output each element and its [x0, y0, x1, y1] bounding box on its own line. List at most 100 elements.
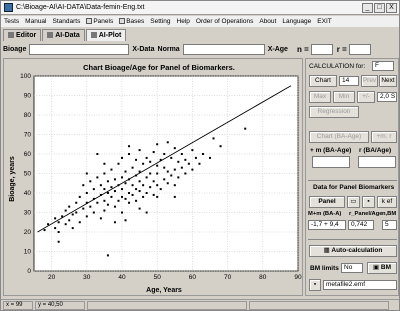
ba-age-m-field[interactable]: [312, 156, 350, 168]
chart-button[interactable]: Chart: [309, 75, 337, 87]
norma-field[interactable]: [182, 44, 265, 55]
data-point: [96, 176, 99, 179]
data-point: [71, 227, 74, 230]
menu-exit[interactable]: EXIT: [317, 18, 331, 25]
data-point: [138, 207, 141, 210]
n-field[interactable]: [310, 44, 333, 55]
data-point: [156, 195, 159, 198]
data-point: [138, 180, 141, 183]
menu-manual[interactable]: Manual: [25, 18, 46, 25]
data-point: [170, 156, 173, 159]
sd-field[interactable]: 2,0 S: [377, 92, 397, 102]
data-point: [110, 195, 113, 198]
plus-minus-button[interactable]: +/-: [357, 91, 375, 103]
data-point: [198, 162, 201, 165]
mpanel-value[interactable]: -1,7 + 9,4: [308, 220, 346, 230]
data-point: [156, 172, 159, 175]
panel-button[interactable]: Panel: [309, 196, 345, 208]
status-y: y = 40,50: [35, 300, 85, 310]
chart-ba-age-button[interactable]: Chart (BA-Age): [309, 131, 369, 143]
status-cell: [249, 300, 389, 310]
data-point: [89, 205, 92, 208]
data-point: [173, 147, 176, 150]
data-point: [78, 195, 81, 198]
save-icon[interactable]: ▪: [362, 196, 375, 208]
data-point: [71, 213, 74, 216]
data-point: [135, 199, 138, 202]
data-point: [68, 205, 71, 208]
maximize-button[interactable]: □: [374, 3, 385, 13]
data-point: [113, 221, 116, 224]
auto-calculation-button[interactable]: ▦ Auto-calculation: [309, 245, 397, 257]
data-point: [82, 207, 85, 210]
data-point: [152, 193, 155, 196]
data-point: [92, 188, 95, 191]
data-point: [106, 192, 109, 194]
menu-standarts[interactable]: Standarts: [53, 18, 81, 25]
nbm-value[interactable]: 5: [382, 220, 397, 230]
status-cell: [87, 300, 247, 310]
metafile-field[interactable]: metafile2.emf: [323, 280, 397, 290]
tab-ai-data[interactable]: AI-Data: [42, 29, 85, 41]
data-point: [121, 156, 123, 159]
bm-button[interactable]: ▣ BM: [367, 262, 397, 274]
menu-panels[interactable]: Panels: [86, 18, 113, 25]
next-button[interactable]: Next: [379, 75, 397, 87]
panels-icon: [86, 18, 93, 24]
data-point: [163, 178, 166, 181]
kef-button[interactable]: k ef: [377, 196, 397, 208]
menu-order-of-operations[interactable]: Order of Operations: [196, 18, 253, 25]
menu-language[interactable]: Language: [282, 18, 311, 25]
rpanel-value[interactable]: 0,742: [348, 220, 374, 230]
disk-icon[interactable]: ▪: [309, 279, 321, 291]
minimize-button[interactable]: _: [362, 3, 373, 13]
max-button[interactable]: Max: [309, 91, 331, 103]
data-icon: [47, 32, 54, 38]
data-point: [163, 153, 166, 155]
bm-limits-select[interactable]: No: [341, 263, 363, 273]
data-point: [85, 215, 88, 218]
menu-about[interactable]: About: [259, 18, 276, 25]
bioage-field[interactable]: [29, 44, 130, 55]
ba-age-r-field[interactable]: [358, 156, 396, 168]
data-point: [212, 137, 215, 140]
tab-ai-plot[interactable]: AI-Plot: [85, 29, 127, 41]
menu-bases[interactable]: Bases: [119, 18, 144, 25]
min-button[interactable]: Min: [333, 91, 355, 103]
norma-label: Norma: [157, 46, 180, 53]
data-point: [142, 162, 145, 165]
plus-m-r-button[interactable]: +m. r: [371, 131, 397, 143]
data-point: [117, 184, 120, 187]
bases-icon: [119, 18, 126, 24]
data-point: [106, 180, 109, 183]
data-point: [219, 145, 222, 148]
menu-tests[interactable]: Tests: [4, 18, 19, 25]
open-folder-icon[interactable]: ▭: [347, 196, 360, 208]
menu-setting[interactable]: Setting: [150, 18, 170, 25]
close-button[interactable]: X: [386, 3, 397, 13]
data-point: [64, 223, 67, 226]
menu-help[interactable]: Help: [177, 18, 190, 25]
data-point: [194, 156, 197, 159]
data-point: [209, 156, 211, 159]
data-point: [99, 193, 102, 196]
regression-button[interactable]: Regression: [309, 106, 359, 118]
calculation-for-select[interactable]: F: [372, 61, 394, 71]
data-point: [110, 186, 113, 189]
tab-editor[interactable]: Editor: [3, 29, 42, 41]
data-point: [96, 201, 99, 204]
y-axis-label: Bioage, years: [9, 156, 16, 202]
data-point: [244, 127, 247, 130]
data-point: [75, 211, 78, 214]
chart-number-field[interactable]: 14: [339, 76, 359, 86]
data-point: [173, 184, 176, 187]
data-input-row: Bioage X-Data Norma X-Age n = r =: [3, 43, 399, 56]
r-field[interactable]: [348, 44, 371, 55]
prev-button[interactable]: Prev: [361, 75, 378, 87]
data-point: [170, 174, 173, 177]
calculation-panel: CALCULATION for: F Chart 14 Prev Next Ma…: [305, 58, 399, 296]
y-tick-label: 40: [24, 190, 32, 197]
data-point: [110, 168, 113, 171]
data-point: [145, 176, 148, 179]
data-point: [121, 176, 123, 179]
